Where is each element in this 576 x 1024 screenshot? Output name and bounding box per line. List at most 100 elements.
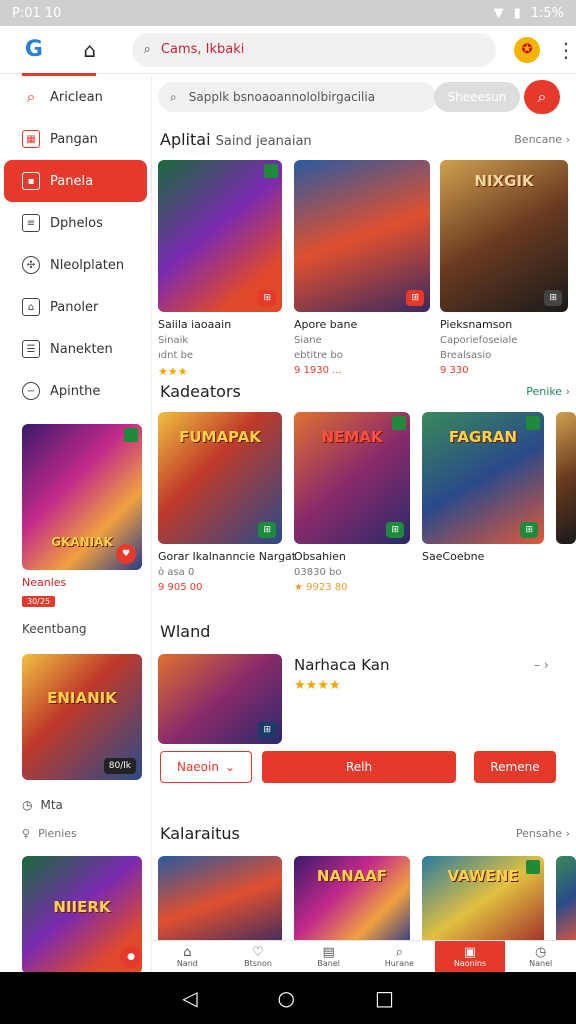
game-thumbnail: NEMAK ⊞ — [294, 412, 410, 544]
game-card[interactable]: FUMAPAK ⊞ Gorar Ikalnanncie Nargat ò asa… — [158, 412, 296, 593]
back-icon[interactable]: ◁ — [182, 986, 197, 1010]
sidebar-featured-game-2[interactable]: ENIANIK 80/lk — [22, 654, 142, 780]
game-art-title: NIIERK — [53, 898, 111, 917]
primary-action-button[interactable]: Relh — [262, 751, 456, 783]
tab-label: Btsnon — [244, 958, 272, 968]
card-title: Saiila iaoaain — [158, 318, 232, 331]
game-card[interactable]: ⊞ Apore bane Siane ebtitre bo 9 1930 ... — [294, 160, 430, 376]
battery-icon: ▮ — [513, 5, 521, 21]
tab-history[interactable]: ◷ Nanel — [505, 941, 576, 972]
game-thumbnail: ⊞ — [158, 160, 282, 312]
see-more-link[interactable]: Pensahe › — [516, 827, 570, 840]
card-subtitle: ò asa 0 — [158, 567, 195, 578]
sidebar-item-label: Pangan — [50, 131, 98, 147]
system-nav-bar: ◁ ○ □ — [0, 972, 576, 1024]
tab-label: Banel — [317, 958, 340, 968]
sidebar-misc-1[interactable]: ◷ Mta — [22, 798, 63, 812]
heart-icon: ♡ — [252, 944, 264, 960]
sidebar-item-0[interactable]: ⌕ Ariclean — [0, 76, 151, 118]
game-price-tag: ⊞ — [386, 522, 404, 538]
game-thumbnail — [556, 856, 576, 946]
home-icon[interactable]: ⌂ — [70, 30, 110, 70]
more-menu-icon[interactable]: ⋮ — [556, 38, 576, 62]
sidebar-item-label: Dphelos — [50, 215, 103, 231]
wishlist-item[interactable]: ⊞ — [158, 654, 282, 744]
profile-badge-icon[interactable]: ✪ — [514, 36, 541, 63]
game-card[interactable]: NIXGIK ⊞ Pieksnamson Caporiefoseiale Bre… — [440, 160, 568, 376]
corner-tag-icon — [264, 164, 278, 178]
sidebar-item-3[interactable]: ≡ Dphelos — [0, 202, 151, 244]
game-card[interactable]: NEMAK ⊞ Obsahien 03830 bo ★ 9923 80 — [294, 412, 410, 593]
game-art-title: FUMAPAK — [179, 427, 261, 446]
search-go-icon[interactable]: ⌕ — [524, 80, 560, 114]
wishlist-more-icon[interactable]: – › — [534, 658, 549, 672]
section-title: Kadeators — [160, 382, 241, 401]
sidebar-item-7[interactable]: − Apinthe — [0, 370, 151, 412]
main-search-placeholder: Sapplk bsnoaoannololbirgacilia — [188, 90, 376, 104]
sidebar-item-label: Panoler — [50, 299, 99, 315]
status-bar: P:01 10 ▼ ▮ 1:5% — [0, 0, 576, 26]
game-card-partial[interactable] — [556, 412, 576, 544]
card-subtitle: 03830 bo — [294, 567, 342, 578]
record-icon[interactable]: ● — [120, 946, 142, 968]
tab-bag[interactable]: ▣ Naonins — [434, 941, 506, 972]
select-dropdown-label: Naeoin — [176, 760, 219, 774]
game-art-title: NANAAF — [316, 866, 388, 885]
card-price: ★ 9923 80 — [294, 582, 348, 593]
game-price-tag: ⊞ — [520, 522, 538, 538]
game-art-title: NEMAK — [321, 427, 383, 446]
game-art-title: ENIANIK — [47, 689, 117, 708]
heart-icon[interactable]: ♥ — [116, 544, 136, 564]
corner-tag-icon — [526, 416, 540, 430]
game-card[interactable]: VAWENE — [422, 856, 544, 946]
tab-news[interactable]: ▤ Banel — [293, 941, 364, 972]
search-icon: ⌕ — [395, 944, 403, 960]
see-more-link[interactable]: Penike › — [526, 385, 570, 398]
recents-icon[interactable]: □ — [375, 986, 394, 1010]
tab-favorites[interactable]: ♡ Btsnon — [223, 941, 294, 972]
sidebar-item-1[interactable]: ▦ Pangan — [0, 118, 151, 160]
tab-search[interactable]: ⌕ Hurane — [364, 941, 435, 972]
sidebar-featured-game-3[interactable]: NIIERK ● — [22, 856, 142, 974]
game-thumbnail: ⊞ — [158, 654, 282, 744]
game-thumbnail: VAWENE — [422, 856, 544, 946]
pin-icon: ♀ — [22, 827, 31, 840]
game-card[interactable]: FAGRAN ⊞ SaeCoebne — [422, 412, 544, 563]
sidebar-misc-2-label: Pienies — [38, 827, 77, 840]
sidebar-item-5[interactable]: ⌂ Panoler — [0, 286, 151, 328]
select-dropdown-button[interactable]: Naeoin ⌄ — [160, 751, 252, 783]
main-search-input[interactable]: ⌕ Sapplk bsnoaoannololbirgacilia — [158, 82, 436, 112]
sidebar-item-label: Panela — [50, 173, 94, 189]
card-title: Pieksnamson — [440, 318, 513, 331]
tab-label: Naonins — [453, 958, 487, 968]
top-search-bar[interactable]: ⌕ Cams, Ikbaki — [131, 32, 497, 67]
app-logo-icon[interactable]: G — [12, 28, 96, 76]
sidebar-item-2[interactable]: ▪ Panela — [4, 160, 147, 202]
section-title-text: Aplitai — [160, 130, 211, 149]
clock-icon: ◷ — [535, 944, 547, 960]
doc-icon: ≡ — [22, 214, 40, 232]
sidebar-item-4[interactable]: ✣ Nleolplaten — [0, 244, 151, 286]
sidebar-misc-1-label: Mta — [40, 798, 63, 812]
sidebar-featured-game[interactable]: GKANIAK ♥ Neanles 30/25 — [22, 424, 142, 608]
game-thumbnail — [556, 412, 576, 544]
game-card-partial[interactable] — [556, 856, 576, 946]
search-submit-button[interactable]: Sheeesun — [434, 82, 520, 112]
card-title: SaeCoebne — [422, 550, 485, 563]
sidebar-item-6[interactable]: ☰ Nanekten — [0, 328, 151, 370]
game-card[interactable]: NANAAF — [294, 856, 410, 946]
game-card[interactable]: ⊞ Saiila iaoaain Sinaik ıdnt be ★★★ — [158, 160, 282, 378]
home-circle-icon[interactable]: ○ — [278, 986, 295, 1010]
see-more-link[interactable]: Bencane › — [514, 133, 570, 146]
gamepad-icon: ▪ — [22, 172, 40, 190]
game-card[interactable] — [158, 856, 282, 946]
remove-button[interactable]: Remene — [474, 751, 556, 783]
chevron-down-icon: ⌄ — [224, 760, 236, 774]
news-icon: ▤ — [322, 944, 335, 960]
sidebar-misc-2[interactable]: ♀ Pienies — [22, 827, 77, 840]
tab-label: Nand — [176, 958, 198, 968]
game-price-tag: ⊞ — [406, 290, 424, 306]
corner-tag-icon — [526, 860, 540, 874]
tab-home[interactable]: ⌂ Nand — [152, 941, 223, 972]
section-title: Kalaraitus — [160, 824, 240, 843]
